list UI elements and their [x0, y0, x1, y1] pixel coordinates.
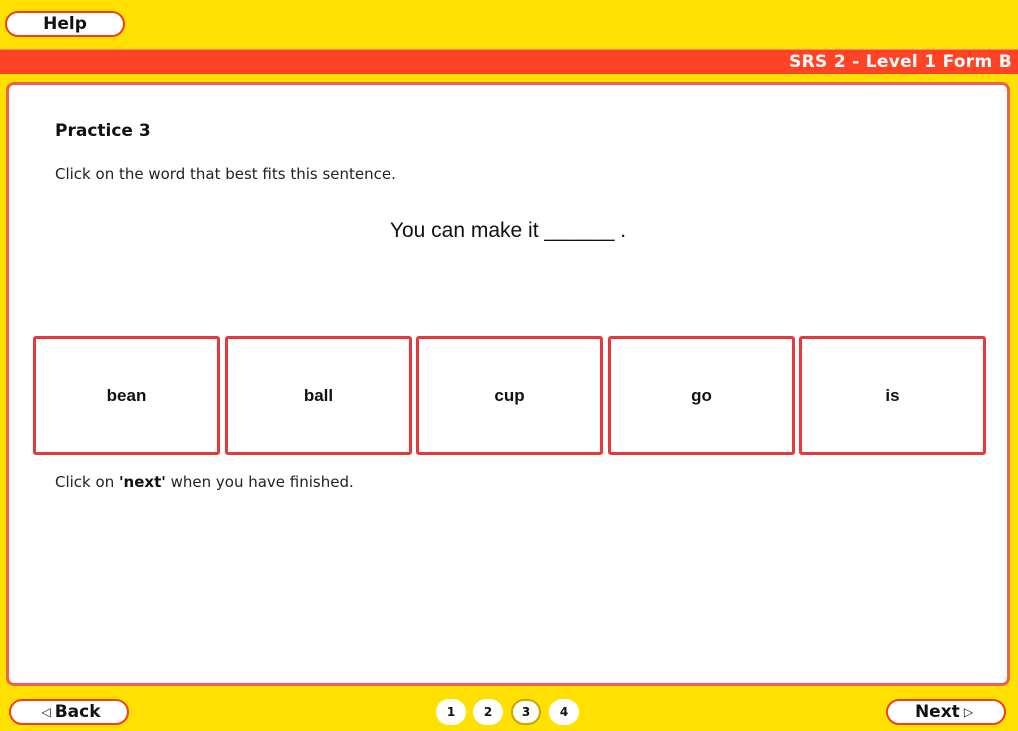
bottom-bar: ◁ Back 1 2 3 4 Next ▷	[0, 690, 1018, 731]
page-3-button[interactable]: 3	[511, 699, 541, 725]
top-bar: Help	[0, 0, 1018, 49]
finish-note-keyword: 'next'	[118, 473, 166, 491]
choice-bean[interactable]: bean	[33, 336, 220, 455]
content-panel: Practice 3 Click on the word that best f…	[6, 82, 1010, 686]
back-label: Back	[54, 702, 101, 722]
instruction-text: Click on the word that best fits this se…	[55, 165, 396, 183]
next-button[interactable]: Next ▷	[886, 699, 1006, 725]
answer-choices: bean ball cup go is	[33, 336, 986, 455]
choice-go[interactable]: go	[608, 336, 795, 455]
choice-cup[interactable]: cup	[416, 336, 603, 455]
finish-note-suffix: when you have finished.	[165, 473, 354, 491]
page-2-button[interactable]: 2	[473, 699, 503, 725]
page-4-button[interactable]: 4	[549, 699, 579, 725]
choice-is[interactable]: is	[799, 336, 986, 455]
back-arrow-icon: ◁	[41, 705, 51, 719]
next-arrow-icon: ▷	[963, 705, 974, 719]
form-title: SRS 2 - Level 1 Form B	[789, 52, 1012, 72]
finish-note-prefix: Click on	[55, 473, 119, 491]
practice-title: Practice 3	[55, 121, 151, 141]
next-label: Next	[914, 702, 960, 722]
finish-note: Click on 'next' when you have finished.	[55, 473, 354, 491]
title-bar: SRS 2 - Level 1 Form B	[0, 49, 1018, 74]
page-1-button[interactable]: 1	[436, 699, 466, 725]
help-button[interactable]: Help	[5, 11, 125, 37]
choice-ball[interactable]: ball	[225, 336, 412, 455]
back-button[interactable]: ◁ Back	[9, 699, 129, 725]
question-sentence: You can make it ______ .	[389, 219, 627, 242]
